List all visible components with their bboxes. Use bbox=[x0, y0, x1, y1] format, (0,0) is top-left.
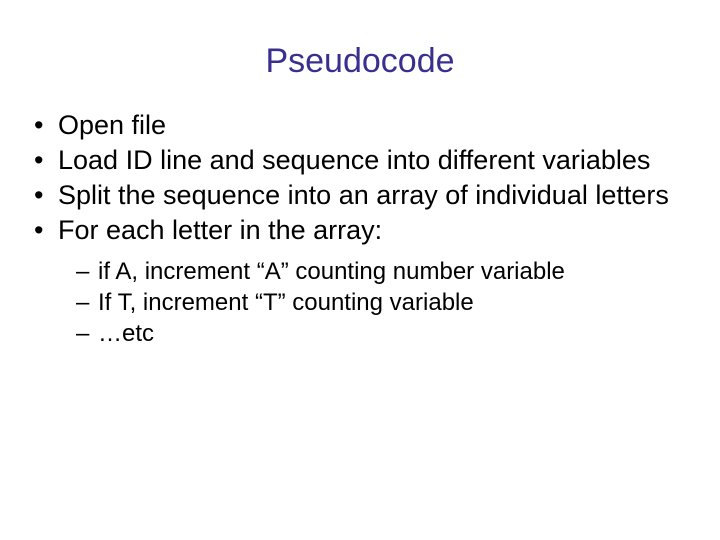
list-item: If T, increment “T” counting variable bbox=[76, 288, 680, 317]
slide: Pseudocode Open file Load ID line and se… bbox=[0, 0, 720, 540]
bullet-list: Open file Load ID line and sequence into… bbox=[28, 109, 680, 349]
list-item: Split the sequence into an array of indi… bbox=[28, 179, 680, 212]
sub-bullet-list: if A, increment “A” counting number vari… bbox=[58, 257, 680, 349]
bullet-text: For each letter in the array: bbox=[58, 215, 382, 245]
bullet-text: Load ID line and sequence into different… bbox=[58, 145, 650, 175]
slide-body: Open file Load ID line and sequence into… bbox=[0, 109, 720, 349]
list-item: For each letter in the array: if A, incr… bbox=[28, 214, 680, 349]
list-item: Load ID line and sequence into different… bbox=[28, 144, 680, 177]
sub-bullet-text: …etc bbox=[98, 320, 154, 347]
sub-bullet-text: If T, increment “T” counting variable bbox=[98, 289, 474, 316]
bullet-text: Open file bbox=[58, 110, 166, 140]
slide-title: Pseudocode bbox=[0, 0, 720, 109]
sub-bullet-text: if A, increment “A” counting number vari… bbox=[98, 258, 565, 285]
bullet-text: Split the sequence into an array of indi… bbox=[58, 180, 669, 210]
list-item: Open file bbox=[28, 109, 680, 142]
list-item: if A, increment “A” counting number vari… bbox=[76, 257, 680, 286]
list-item: …etc bbox=[76, 319, 680, 348]
